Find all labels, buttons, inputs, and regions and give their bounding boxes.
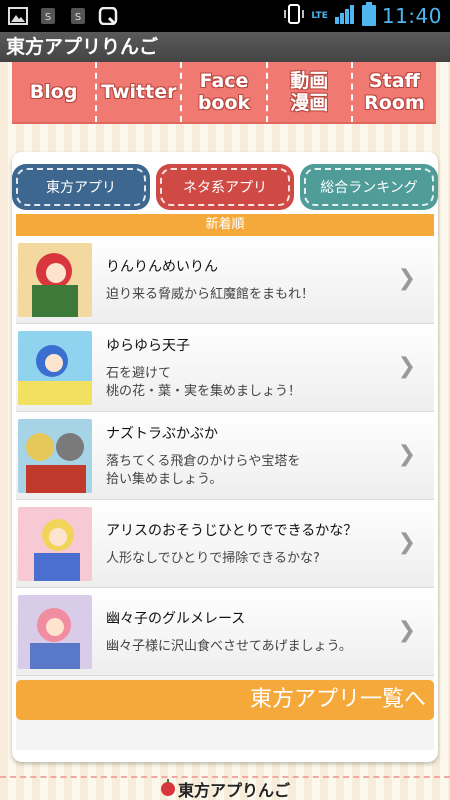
app-description: 石を避けて 桃の花・葉・実を集めましょう！ <box>106 365 302 399</box>
chevron-right-icon: ❯ <box>397 266 416 291</box>
network-label: LTE <box>311 11 328 21</box>
nav-bar: Blog Twitter Face book 動画 漫画 Staff Room <box>12 62 436 124</box>
tab-label: ネタ系アプリ <box>183 180 267 196</box>
tab-neta-apps[interactable]: ネタ系アプリ <box>156 164 294 210</box>
status-bar: S S LTE 11:40 <box>0 0 450 32</box>
nav-label: 動画 漫画 <box>290 70 329 114</box>
app-thumbnail <box>18 594 92 669</box>
list-item[interactable]: ゆらゆら天子 石を避けて 桃の花・葉・実を集めましょう！ ❯ <box>16 324 434 412</box>
app-thumbnail <box>18 330 92 405</box>
tab-label: 東方アプリ <box>46 180 116 196</box>
nav-label: Face book <box>197 70 251 114</box>
list-item[interactable]: アリスのおそうじひとりでできるかな？ 人形なしでひとりで掃除できるかな? ❯ <box>16 500 434 588</box>
nav-facebook[interactable]: Face book <box>182 62 268 122</box>
chevron-right-icon: ❯ <box>397 442 416 467</box>
app-title-text: 幽々子のグルメレース <box>106 610 246 627</box>
q-icon <box>98 6 118 26</box>
list-item[interactable]: りんりんめいりん 迫り来る脅威から紅魔館をまもれ！ ❯ <box>16 236 434 324</box>
app-thumbnail <box>18 242 92 317</box>
svg-text:S: S <box>75 12 81 23</box>
nav-blog[interactable]: Blog <box>12 62 98 122</box>
tab-touhou-apps[interactable]: 東方アプリ <box>12 164 150 210</box>
signal-icon <box>334 3 356 29</box>
tab-label: 総合ランキング <box>320 180 418 196</box>
footer: 東方アプりんご <box>0 776 450 800</box>
all-apps-button[interactable]: 東方アプリ一覧へ <box>16 680 434 720</box>
app-title-text: アリスのおそうじひとりでできるかな？ <box>106 522 358 539</box>
app-description: 落ちてくる飛倉のかけらや宝塔を 拾い集めましょう。 <box>106 453 301 487</box>
footer-logo-text: 東方アプりんご <box>177 781 290 800</box>
chevron-right-icon: ❯ <box>397 618 416 643</box>
app-description: 幽々子様に沢山食べさせてあげましょう。 <box>106 638 352 654</box>
app-thumbnail <box>18 506 92 581</box>
nav-label: Twitter <box>101 81 177 103</box>
chevron-right-icon: ❯ <box>397 354 416 379</box>
nav-label: Staff Room <box>364 70 425 114</box>
s-icon: S <box>68 7 88 25</box>
apple-icon <box>160 778 176 800</box>
s-icon: S <box>38 7 58 25</box>
tab-ranking[interactable]: 総合ランキング <box>300 164 438 210</box>
image-icon <box>8 7 28 25</box>
section-header: 新着順 <box>16 214 434 236</box>
app-title-text: りんりんめいりん <box>106 258 218 275</box>
app-title-text: ナズトラぶかぶか <box>106 425 218 442</box>
clock: 11:40 <box>381 4 442 28</box>
app-list: 新着順 りんりんめいりん 迫り来る脅威から紅魔館をまもれ！ ❯ ゆらゆら天子 石… <box>16 214 434 750</box>
content-card: 東方アプリ ネタ系アプリ 総合ランキング 新着順 りんりんめいりん 迫り来る脅威… <box>12 152 438 762</box>
footer-logo[interactable]: 東方アプりんご <box>160 777 290 800</box>
app-description: 迫り来る脅威から紅魔館をまもれ！ <box>106 286 315 302</box>
chevron-right-icon: ❯ <box>397 530 416 555</box>
nav-video-manga[interactable]: 動画 漫画 <box>268 62 353 122</box>
battery-icon <box>361 2 376 30</box>
nav-twitter[interactable]: Twitter <box>97 62 183 122</box>
list-item[interactable]: ナズトラぶかぶか 落ちてくる飛倉のかけらや宝塔を 拾い集めましょう。 ❯ <box>16 412 434 500</box>
list-item[interactable]: 幽々子のグルメレース 幽々子様に沢山食べさせてあげましょう。 ❯ <box>16 588 434 676</box>
app-description: 人形なしでひとりで掃除できるかな? <box>106 550 320 566</box>
app-title-text: ゆらゆら天子 <box>106 337 190 354</box>
category-tabs: 東方アプリ ネタ系アプリ 総合ランキング <box>12 164 438 210</box>
nav-label: Blog <box>29 81 78 103</box>
app-thumbnail <box>18 418 92 493</box>
app-title: 東方アプリりんご <box>0 32 450 62</box>
phone-vibrate-icon <box>283 3 305 29</box>
nav-staff-room[interactable]: Staff Room <box>353 62 436 122</box>
svg-text:S: S <box>45 12 51 23</box>
